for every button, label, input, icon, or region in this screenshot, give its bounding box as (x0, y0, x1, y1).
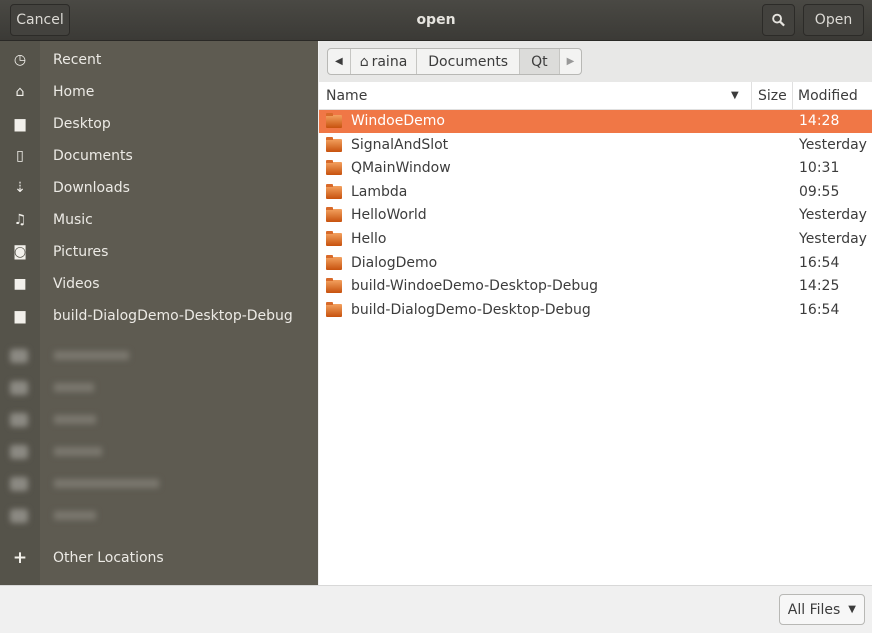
scroll-left-button[interactable]: ◀ (328, 49, 351, 74)
search-button[interactable] (762, 4, 795, 36)
crumb-qt[interactable]: Qt (520, 49, 560, 74)
sidebar-item-label: Music (53, 212, 93, 228)
column-size[interactable]: Size (758, 88, 787, 104)
file-modified: Yesterday (799, 136, 867, 153)
sidebar-item-other-locations[interactable]: + Other Locations (0, 542, 318, 574)
file-row[interactable]: DialogDemo 16:54 (319, 252, 872, 275)
home-icon: ⌂ (359, 53, 369, 70)
file-name: build-WindoeDemo-Desktop-Debug (351, 278, 599, 295)
sidebar-item-music[interactable]: ♫ Music (0, 204, 318, 236)
file-modified: 16:54 (799, 254, 840, 271)
plus-icon: + (12, 548, 28, 568)
folder-icon: ▆ (14, 116, 26, 132)
chevron-down-icon: ▼ (848, 604, 856, 615)
file-row[interactable]: SignalAndSlot Yesterday (319, 134, 872, 157)
document-icon: ▯ (16, 148, 24, 164)
sidebar-item-recent[interactable]: ◷ Recent (0, 44, 318, 76)
sidebar-item-home[interactable]: ⌂ Home (0, 76, 318, 108)
file-row[interactable]: HelloWorld Yesterday (319, 204, 872, 227)
sidebar-item-label: Pictures (53, 244, 109, 260)
file-name: Hello (351, 231, 387, 247)
sidebar-item-label: Videos (53, 276, 100, 292)
file-browser: ◀ ⌂ raina Documents Qt ▶ Name ▼ Size Modi… (319, 41, 872, 585)
file-row[interactable]: Hello Yesterday (319, 228, 872, 251)
file-modified: 14:25 (799, 278, 840, 295)
blurred-bookmark[interactable] (6, 407, 171, 433)
search-icon (772, 13, 785, 27)
folder-icon (326, 160, 342, 176)
file-row[interactable]: QMainWindow 10:31 (319, 157, 872, 180)
crumb-documents[interactable]: Documents (417, 49, 521, 74)
filter-label: All Files (787, 601, 841, 618)
folder-icon (326, 136, 342, 152)
camera-icon: ◙ (13, 244, 27, 260)
sidebar-item-label: build-DialogDemo-Desktop-Debug (53, 308, 293, 324)
download-icon: ⇣ (14, 180, 26, 196)
sidebar-item-documents[interactable]: ▯ Documents (0, 140, 318, 172)
music-icon: ♫ (13, 212, 27, 228)
dialog-title: open (416, 12, 456, 28)
column-header: Name ▼ Size Modified (319, 82, 872, 110)
folder-icon (326, 207, 342, 223)
file-row[interactable]: Lambda 09:55 (319, 181, 872, 204)
file-name: Lambda (351, 183, 408, 200)
file-name: DialogDemo (351, 254, 438, 271)
open-button[interactable]: Open (803, 4, 864, 36)
sort-chevron-down-icon[interactable]: ▼ (731, 90, 739, 101)
file-modified: 14:28 (799, 113, 840, 129)
folder-icon (326, 231, 342, 246)
file-filter-dropdown[interactable]: All Files ▼ (778, 594, 865, 625)
clock-icon: ◷ (13, 52, 27, 68)
file-row[interactable]: build-DialogDemo-Desktop-Debug 16:54 (319, 299, 872, 322)
crumb-label: raina (371, 53, 408, 70)
sidebar-item-label: Other Locations (53, 550, 164, 566)
file-modified: 10:31 (799, 160, 840, 177)
blurred-bookmark[interactable] (6, 439, 171, 465)
scroll-right-button[interactable]: ▶ (560, 49, 582, 74)
sidebar-item-label: Desktop (53, 116, 111, 132)
file-name: SignalAndSlot (351, 136, 449, 153)
folder-icon (326, 301, 342, 317)
blurred-bookmark[interactable] (6, 471, 171, 497)
file-modified: Yesterday (799, 207, 867, 224)
sidebar-item-label: Home (53, 84, 95, 100)
path-bar: ◀ ⌂ raina Documents Qt ▶ (319, 41, 872, 82)
folder-icon (326, 183, 342, 199)
file-modified: 09:55 (799, 183, 840, 200)
crumb-home[interactable]: ⌂ raina (351, 49, 418, 74)
folder-icon (326, 278, 342, 294)
file-name: QMainWindow (351, 160, 451, 177)
file-modified: 16:54 (799, 301, 840, 318)
folder-icon: ▆ (14, 308, 26, 324)
file-row[interactable]: build-WindoeDemo-Desktop-Debug 14:25 (319, 275, 872, 298)
blurred-bookmark[interactable] (6, 343, 171, 369)
sidebar-item-label: Downloads (53, 180, 130, 196)
sidebar-item-downloads[interactable]: ⇣ Downloads (0, 172, 318, 204)
file-name: build-DialogDemo-Desktop-Debug (351, 301, 591, 318)
file-name: HelloWorld (351, 207, 427, 224)
sidebar-item-label: Documents (53, 148, 133, 164)
blurred-bookmark[interactable] (6, 503, 171, 529)
home-icon: ⌂ (15, 84, 25, 100)
sidebar-item-desktop[interactable]: ▆ Desktop (0, 108, 318, 140)
sidebar-item-videos[interactable]: ■ Videos (0, 268, 318, 300)
column-name[interactable]: Name (326, 88, 367, 104)
bottom-bar: All Files ▼ (0, 585, 872, 633)
header-bar: Cancel open Open (0, 0, 872, 41)
sidebar-item-label: Recent (53, 52, 102, 68)
blurred-bookmark[interactable] (6, 375, 171, 401)
folder-icon (326, 254, 342, 270)
file-row[interactable]: WindoeDemo 14:28 (319, 110, 872, 133)
sidebar-item-pictures[interactable]: ◙ Pictures (0, 236, 318, 268)
video-icon: ■ (13, 276, 27, 292)
file-name: WindoeDemo (351, 113, 445, 129)
sidebar-item-build-dialogdemo[interactable]: ▆ build-DialogDemo-Desktop-Debug (0, 300, 318, 332)
column-modified[interactable]: Modified (798, 88, 858, 104)
breadcrumb: ◀ ⌂ raina Documents Qt ▶ (327, 48, 583, 75)
file-modified: Yesterday (799, 231, 867, 247)
places-sidebar: ◷ Recent ⌂ Home ▆ Desktop ▯ Documents ⇣ Downl… (0, 41, 318, 585)
folder-icon (326, 113, 342, 128)
